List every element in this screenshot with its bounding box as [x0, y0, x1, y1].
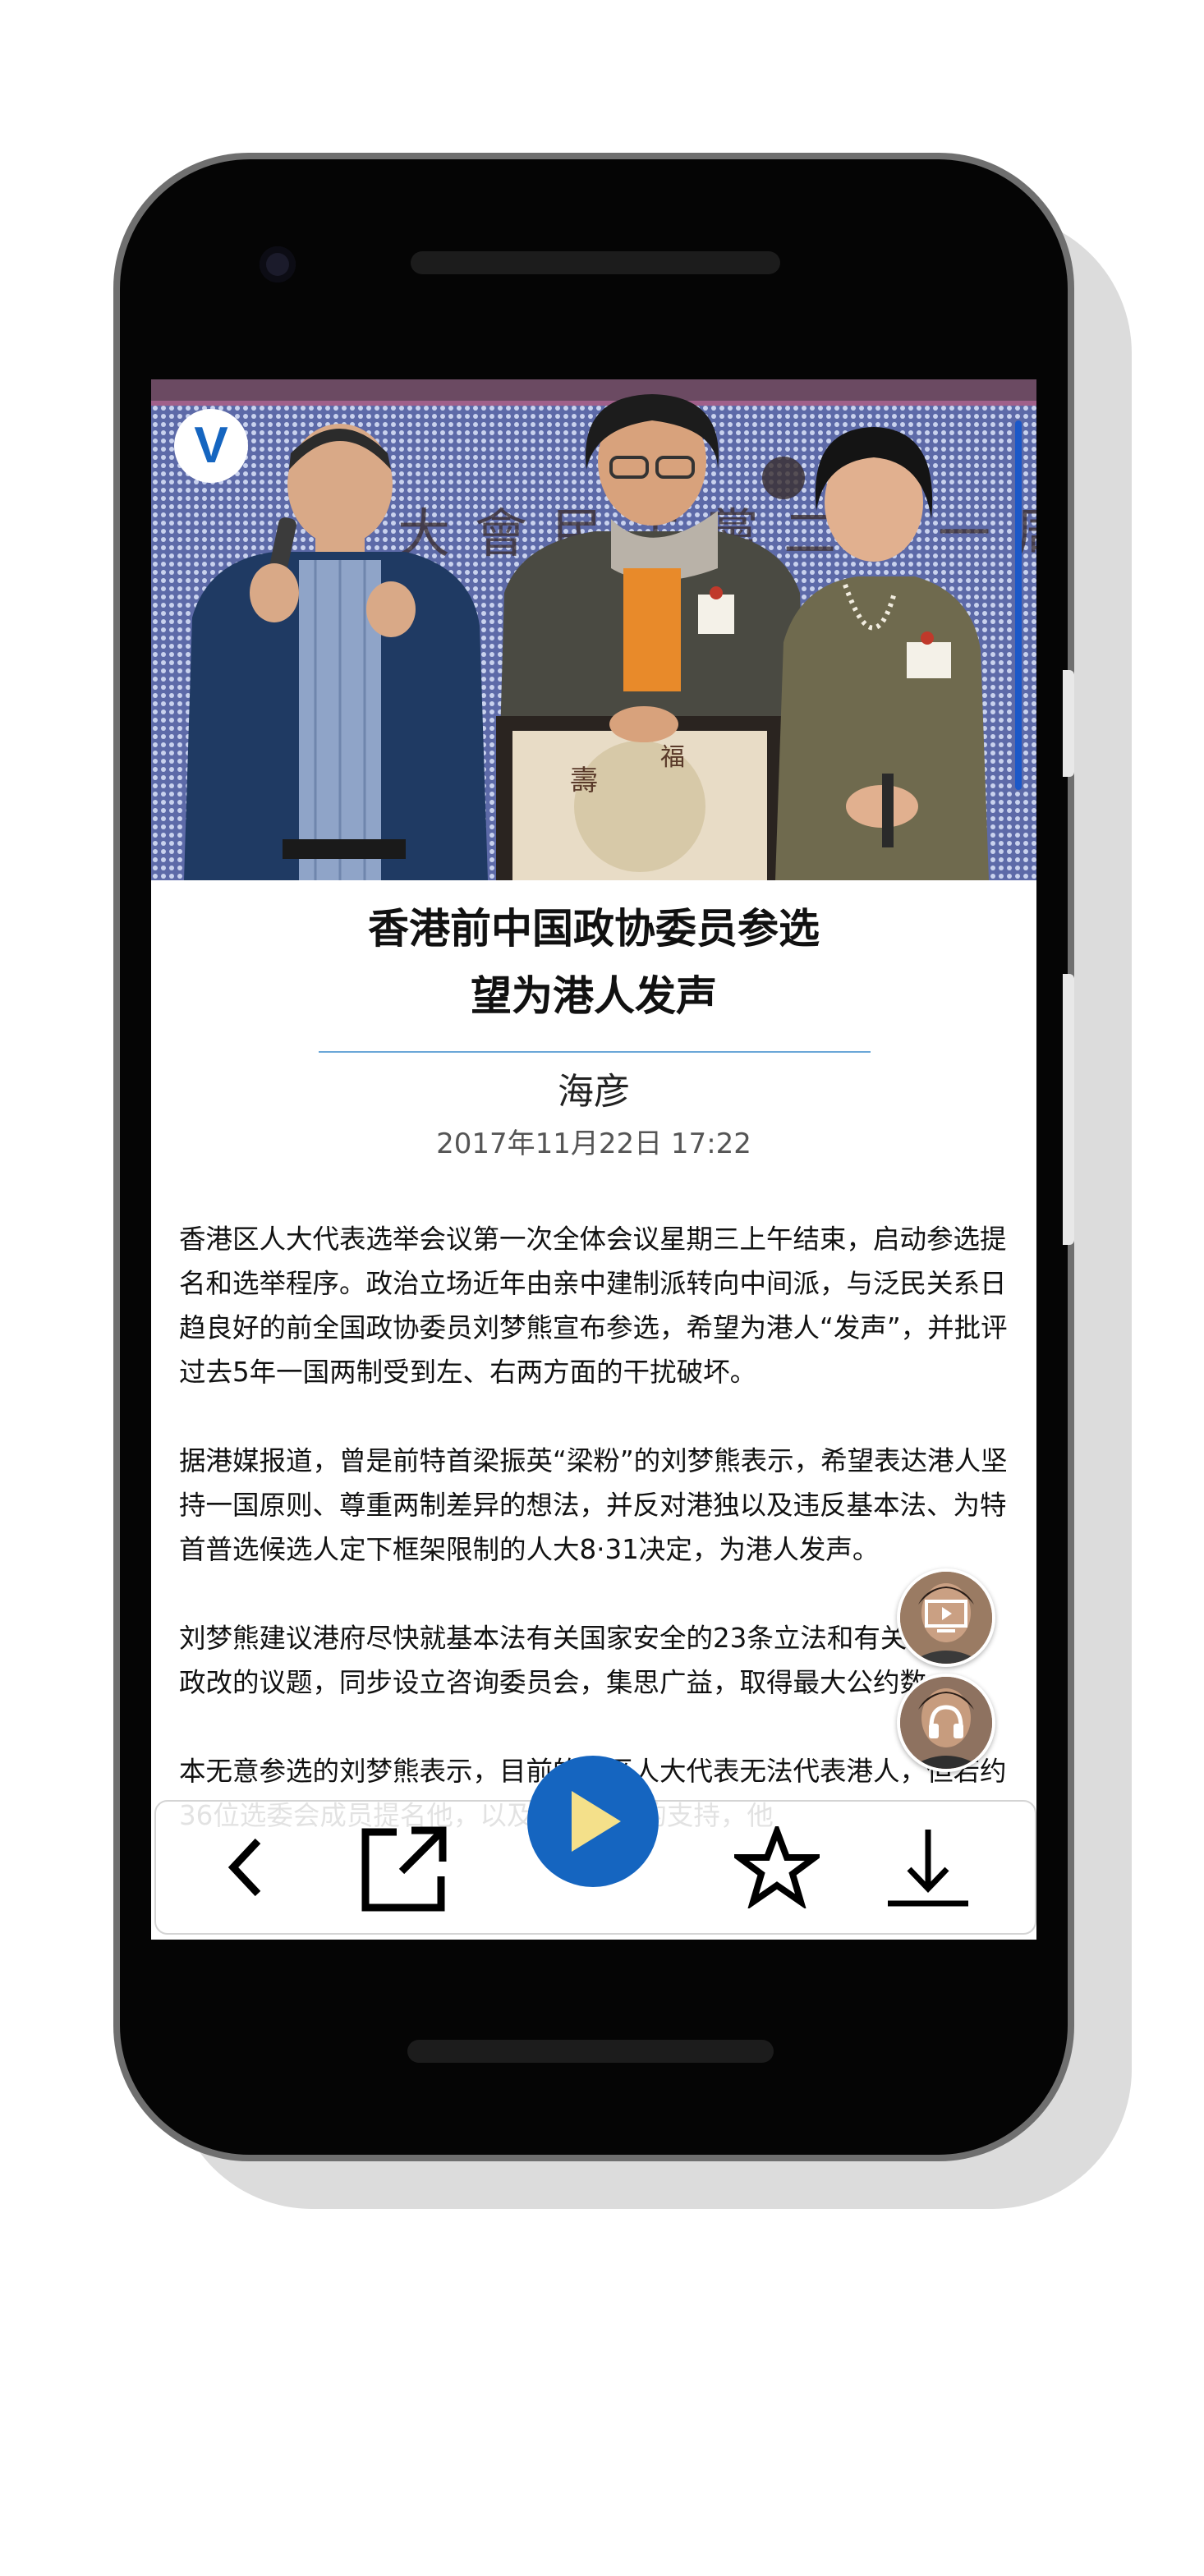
- back-button[interactable]: [205, 1826, 287, 1908]
- article-title-line2: 望为港人发声: [471, 972, 717, 1020]
- phone-volume-button: [1063, 974, 1074, 1245]
- headphones-icon: [926, 1702, 966, 1743]
- article-paragraph: 香港区人大代表选举会议第一次全体会议星期三上午结束，启动参选提名和选举程序。政治…: [179, 1224, 1008, 1388]
- article-author: 海彦: [558, 1071, 630, 1113]
- article-hero-image: 大會民主黨二十一周: [151, 379, 1036, 880]
- download-icon: [888, 1830, 968, 1907]
- top-speaker-grille: [411, 251, 780, 274]
- svg-text:壽: 壽: [570, 765, 598, 797]
- title-divider: [319, 1051, 871, 1053]
- svg-text:福: 福: [660, 743, 685, 772]
- front-camera: [260, 246, 296, 282]
- play-icon: [572, 1791, 621, 1852]
- star-outline-icon: [734, 1826, 820, 1908]
- article-date: 2017年11月22日 17:22: [436, 1127, 751, 1160]
- article-title-line1: 香港前中国政协委员参选: [368, 905, 820, 953]
- download-button[interactable]: [879, 1820, 977, 1915]
- bottom-speaker-grille: [407, 2040, 774, 2063]
- audio-mode-button[interactable]: [897, 1674, 995, 1772]
- article-paragraph: 据港媒报道，曾是前特首梁振英“梁粉”的刘梦熊表示，希望表达港人坚持一国原则、尊重…: [179, 1445, 1008, 1565]
- app-logo: V: [174, 409, 248, 483]
- share-button[interactable]: [356, 1820, 455, 1915]
- article-paragraph: 刘梦熊建议港府尽快就基本法有关国家安全的23条立法和有关普选的政改的议题，同步设…: [179, 1623, 987, 1698]
- hero-photo: 大會民主黨二十一周: [151, 379, 1036, 880]
- article-title: 香港前中国政协委员参选 望为港人发声: [151, 895, 1036, 1030]
- image-scrollbar[interactable]: [1015, 420, 1022, 790]
- share-external-icon: [361, 1826, 447, 1912]
- video-mode-button[interactable]: [897, 1568, 995, 1667]
- app-screen: 大會民主黨二十一周: [151, 379, 1036, 1940]
- video-play-icon: [924, 1599, 968, 1637]
- play-audio-button[interactable]: [527, 1756, 659, 1887]
- chevron-left-icon: [227, 1838, 261, 1897]
- favorite-button[interactable]: [728, 1821, 826, 1913]
- app-logo-letter: V: [194, 417, 228, 474]
- phone-power-button: [1063, 670, 1074, 777]
